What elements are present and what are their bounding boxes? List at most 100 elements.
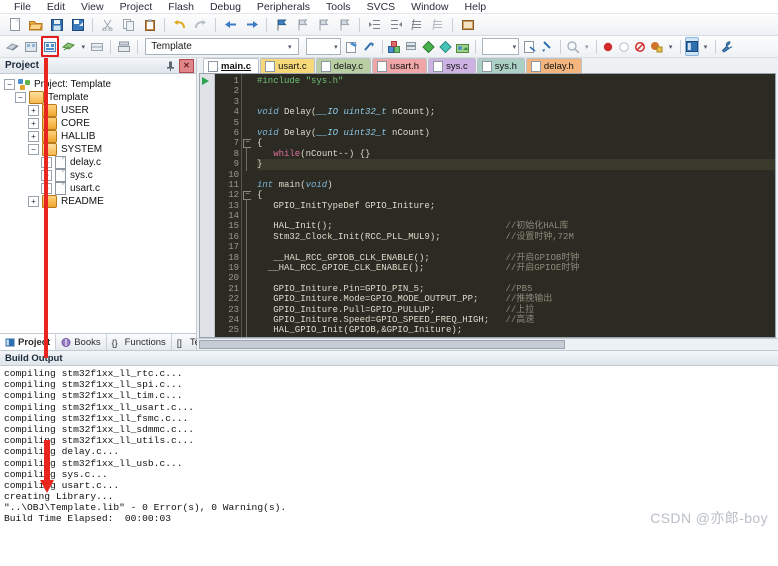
editor-horizontal-scrollbar[interactable]: [197, 338, 778, 350]
expander-icon[interactable]: −: [15, 92, 26, 103]
comment-button[interactable]: [407, 15, 426, 34]
save-button[interactable]: [47, 15, 66, 34]
expander-icon[interactable]: +: [28, 131, 39, 142]
project-window-dropdown[interactable]: ▾: [701, 37, 709, 56]
pin-icon[interactable]: [164, 60, 177, 72]
green-diamond-button[interactable]: [421, 37, 436, 56]
menu-item-tools[interactable]: Tools: [318, 1, 359, 13]
menu-item-peripherals[interactable]: Peripherals: [249, 1, 318, 13]
close-icon[interactable]: ✕: [179, 59, 194, 73]
navigate-back-button[interactable]: [221, 15, 240, 34]
editor-tab-delay-h[interactable]: delay.h: [526, 58, 582, 73]
expander-icon[interactable]: +: [28, 118, 39, 129]
editor-code-text[interactable]: #include "sys.h" void Delay(__IO uint32_…: [251, 74, 775, 337]
tree-item-hallib[interactable]: + HALLIB: [4, 130, 196, 143]
scrollbar-thumb[interactable]: [199, 340, 565, 349]
project-window-button[interactable]: [685, 37, 699, 56]
menu-item-file[interactable]: File: [6, 1, 39, 13]
editor-tab-main-c[interactable]: main.c: [203, 58, 259, 73]
translate-file-button[interactable]: [5, 37, 21, 56]
menu-item-flash[interactable]: Flash: [160, 1, 202, 13]
redo-button[interactable]: [191, 15, 210, 34]
menu-item-edit[interactable]: Edit: [39, 1, 73, 13]
tree-item-delay-c[interactable]: + delay.c: [4, 156, 196, 169]
editor-tab-usart-c[interactable]: usart.c: [260, 58, 315, 73]
zoom-button[interactable]: [566, 37, 581, 56]
open-file-button[interactable]: [26, 15, 45, 34]
expander-icon[interactable]: +: [41, 170, 52, 181]
menu-item-view[interactable]: View: [73, 1, 112, 13]
configure-editor-button[interactable]: [458, 15, 477, 34]
configure-button[interactable]: [720, 37, 735, 56]
indent-right-button[interactable]: [365, 15, 384, 34]
batch-build-button[interactable]: [61, 37, 77, 56]
expander-icon[interactable]: −: [28, 144, 39, 155]
breakpoints-dropdown[interactable]: ▾: [666, 37, 674, 56]
editor-fold-column[interactable]: − −: [242, 74, 251, 337]
editor-tab-sys-h[interactable]: sys.h: [477, 58, 525, 73]
stop-build-button[interactable]: [89, 37, 105, 56]
tree-item-sys-c[interactable]: + sys.c: [4, 169, 196, 182]
manage-runtime-button[interactable]: [362, 37, 377, 56]
zoom-dropdown[interactable]: ▾: [583, 37, 591, 56]
undo-button[interactable]: [170, 15, 189, 34]
indent-left-button[interactable]: [386, 15, 405, 34]
cut-button[interactable]: [98, 15, 117, 34]
tab-functions[interactable]: {} Functions: [107, 334, 172, 350]
code-editor[interactable]: 1234567891011121314151617181920212223242…: [199, 73, 776, 338]
tab-books[interactable]: Books: [56, 334, 106, 350]
cyan-diamond-button[interactable]: [438, 37, 453, 56]
uncomment-button[interactable]: [428, 15, 447, 34]
menu-item-svcs[interactable]: SVCS: [359, 1, 404, 13]
build-target-button[interactable]: [23, 37, 39, 56]
target-select[interactable]: Template ▾: [145, 38, 299, 55]
enable-disable-breakpoints-button[interactable]: [649, 37, 664, 56]
find-in-files-button[interactable]: [523, 37, 538, 56]
kill-all-breakpoints-button[interactable]: [633, 37, 647, 56]
secondary-select[interactable]: ▾: [306, 38, 340, 55]
tree-item-project-template[interactable]: − Project: Template: [4, 78, 196, 91]
expander-icon[interactable]: +: [28, 105, 39, 116]
expander-icon[interactable]: +: [41, 157, 52, 168]
menu-item-window[interactable]: Window: [403, 1, 456, 13]
bookmarks-button[interactable]: [540, 37, 555, 56]
editor-tab-usart-h[interactable]: usart.h: [372, 58, 427, 73]
bookmark-next-button[interactable]: [314, 15, 333, 34]
rebuild-all-button[interactable]: [41, 36, 59, 57]
bookmark-toggle-button[interactable]: [272, 15, 291, 34]
paste-button[interactable]: [140, 15, 159, 34]
editor-tab-sys-c[interactable]: sys.c: [428, 58, 476, 73]
tree-item-template[interactable]: − Template: [4, 91, 196, 104]
bookmark-clear-button[interactable]: [335, 15, 354, 34]
configure-flash-tools-button[interactable]: [455, 37, 470, 56]
download-button[interactable]: [116, 37, 132, 56]
new-file-button[interactable]: [5, 15, 24, 34]
build-output-body[interactable]: compiling stm32f1xx_ll_rtc.c...compiling…: [0, 366, 778, 566]
menu-item-debug[interactable]: Debug: [202, 1, 249, 13]
tree-item-usart-c[interactable]: + usart.c: [4, 182, 196, 195]
batch-build-dropdown[interactable]: ▾: [79, 37, 87, 56]
expander-icon[interactable]: +: [41, 183, 52, 194]
disable-breakpoint-button[interactable]: [617, 37, 631, 56]
save-all-button[interactable]: [68, 15, 87, 34]
editor-tab-delay-c[interactable]: delay.c: [316, 58, 371, 73]
insert-breakpoint-button[interactable]: [601, 37, 615, 56]
tree-item-user[interactable]: + USER: [4, 104, 196, 117]
tree-item-core[interactable]: + CORE: [4, 117, 196, 130]
target-options-button[interactable]: [345, 37, 360, 56]
navigate-forward-button[interactable]: [242, 15, 261, 34]
expander-icon[interactable]: +: [28, 196, 39, 207]
find-combo[interactable]: ▾: [482, 38, 519, 55]
pack-installer-button[interactable]: [387, 37, 402, 56]
bookmark-prev-button[interactable]: [293, 15, 312, 34]
manage-project-items-button[interactable]: [404, 37, 419, 56]
expander-icon[interactable]: −: [4, 79, 15, 90]
tab-project[interactable]: Project: [0, 334, 56, 350]
copy-button[interactable]: [119, 15, 138, 34]
menu-item-help[interactable]: Help: [457, 1, 495, 13]
tree-item-system[interactable]: − SYSTEM: [4, 143, 196, 156]
tree-item-readme[interactable]: + README: [4, 195, 196, 208]
menu-item-project[interactable]: Project: [112, 1, 161, 13]
editor-marker-column[interactable]: [200, 74, 215, 337]
project-tree[interactable]: − Project: Template − Template + USER + …: [0, 74, 196, 333]
